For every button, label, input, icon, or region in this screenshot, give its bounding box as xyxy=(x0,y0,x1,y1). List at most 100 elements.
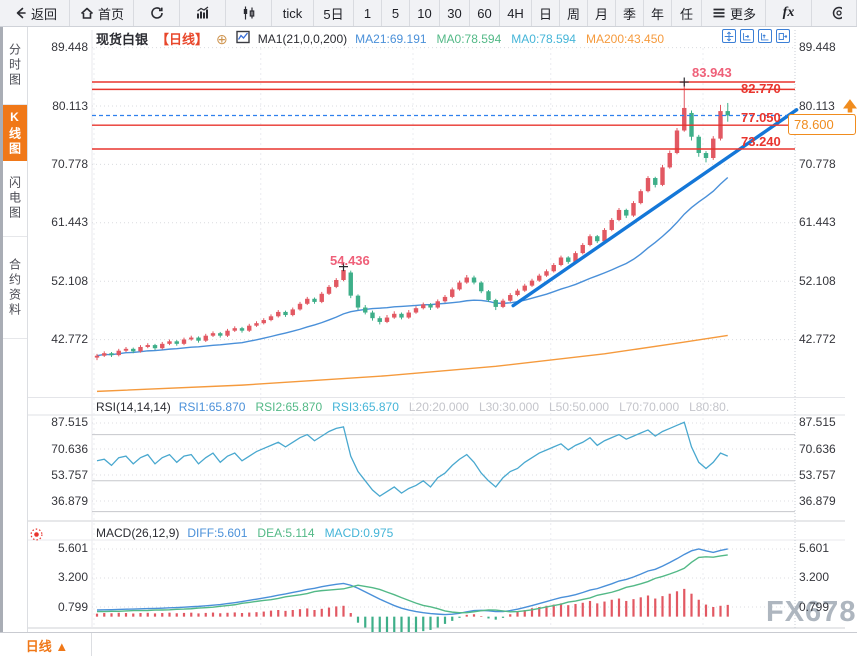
interval-day-button[interactable]: 日 xyxy=(532,0,560,26)
candle-body xyxy=(443,297,447,301)
macd-values: DIFF:5.601DEA:5.114MACD:0.975 xyxy=(187,526,393,540)
candle-body xyxy=(153,345,157,348)
rsi-values: RSI1:65.870RSI2:65.870RSI3:65.870L20:20.… xyxy=(179,400,729,414)
chart-canvas[interactable] xyxy=(0,0,857,656)
candle-body xyxy=(515,291,519,295)
candle-body xyxy=(378,318,382,322)
interval-tick-button[interactable]: tick xyxy=(272,0,314,26)
interval-4h-button[interactable]: 4H xyxy=(500,0,532,26)
interval-custom-button[interactable]: 任 xyxy=(672,0,702,26)
pane-controls xyxy=(722,29,790,43)
candle-body xyxy=(189,338,193,340)
sidebar-item-lightning[interactable]: 闪电图 xyxy=(3,161,27,237)
sidebar-item-timeshare[interactable]: 分时图 xyxy=(3,27,27,105)
candle-body xyxy=(334,280,338,287)
candle-body xyxy=(704,153,708,158)
back-button[interactable]: 返回 xyxy=(0,0,70,26)
candle-body xyxy=(668,153,672,167)
candle-body xyxy=(262,320,266,323)
chart-type-kline-button[interactable] xyxy=(226,0,272,26)
trading-app-window: 返回首页 tick 5日 15 10 3060 4H 日周月季年任 更多 fx 分时图K线图闪电图… xyxy=(0,0,857,656)
candle-body xyxy=(254,323,258,326)
sidebar-item-contract-info[interactable]: 合约资料 xyxy=(3,237,27,339)
interval-1min-button[interactable]: 1 xyxy=(354,0,382,26)
candle-body xyxy=(530,281,534,286)
current-price-value: 78.600 xyxy=(794,117,834,132)
rsi-value: RSI2:65.870 xyxy=(255,400,322,414)
rsi-value: L20:20.000 xyxy=(409,400,469,414)
candle-body xyxy=(523,286,527,291)
candle-body xyxy=(327,287,331,294)
watermark: FX678 xyxy=(766,596,856,629)
interval-quarter-button[interactable]: 季 xyxy=(616,0,644,26)
crosshair-icon[interactable] xyxy=(722,29,736,43)
interval-30min-button[interactable]: 30 xyxy=(440,0,470,26)
candle-body xyxy=(552,265,556,271)
home-button[interactable]: 首页 xyxy=(70,0,134,26)
candle-body xyxy=(385,318,389,322)
interval-10min-button-label: 10 xyxy=(417,6,431,21)
interval-tick-button-label: tick xyxy=(283,6,303,21)
fx-indicator-button[interactable]: fx xyxy=(766,0,812,26)
interval-custom-button-label: 任 xyxy=(680,4,693,23)
candle-body xyxy=(407,313,411,318)
fit-y-axis-icon[interactable] xyxy=(758,29,772,43)
more-button-label: 更多 xyxy=(730,4,756,23)
candle-body xyxy=(726,111,730,115)
interval-year-button[interactable]: 年 xyxy=(644,0,672,26)
interval-week-button[interactable]: 周 xyxy=(560,0,588,26)
candle-body xyxy=(421,304,425,308)
chart-type-area-button[interactable] xyxy=(180,0,226,26)
period-tag: 【日线】 xyxy=(156,29,208,48)
candle-body xyxy=(341,270,345,280)
refresh-button[interactable] xyxy=(134,0,180,26)
chart-type-sidebar: 分时图K线图闪电图合约资料 xyxy=(3,27,28,632)
rsi-legend: RSI(14,14,14) RSI1:65.870RSI2:65.870RSI3… xyxy=(96,400,729,414)
interval-month-button[interactable]: 月 xyxy=(588,0,616,26)
macd-value: DIFF:5.601 xyxy=(187,526,247,540)
candle-body xyxy=(349,273,353,296)
interval-5min-button[interactable]: 5 xyxy=(382,0,410,26)
candle-body xyxy=(109,353,113,355)
interval-year-button-label: 年 xyxy=(651,4,664,23)
expand-pane-icon[interactable] xyxy=(776,29,790,43)
candle-body xyxy=(544,271,548,275)
candle-body xyxy=(631,203,635,216)
add-indicator-icon[interactable]: ⊕ xyxy=(216,32,228,46)
interval-5day-button[interactable]: 5日 xyxy=(314,0,354,26)
area-icon xyxy=(195,5,211,21)
more-button[interactable]: 更多 xyxy=(702,0,766,26)
candle-body xyxy=(465,278,469,283)
candle-body xyxy=(414,308,418,312)
candle-body xyxy=(95,356,99,358)
menu-icon xyxy=(711,5,727,21)
candle-body xyxy=(138,347,142,351)
candle-body xyxy=(211,333,215,336)
interval-day-button-label: 日 xyxy=(539,4,552,23)
ma-values: MA21:69.191MA0:78.594MA0:78.594MA200:43.… xyxy=(355,32,664,46)
candle-body xyxy=(494,300,498,307)
refresh-icon xyxy=(149,5,165,21)
sidebar-item-kline[interactable]: K线图 xyxy=(3,105,27,161)
bottom-bar: 日线 ▲ xyxy=(0,632,857,656)
candle-body xyxy=(486,291,490,300)
interval-60min-button[interactable]: 60 xyxy=(470,0,500,26)
macd-value: MACD:0.975 xyxy=(325,526,394,540)
candle-body xyxy=(240,328,244,331)
candle-body xyxy=(117,351,121,355)
candle-body xyxy=(283,312,287,315)
interval-4h-button-label: 4H xyxy=(507,6,524,21)
candle-body xyxy=(457,283,461,290)
rsi-line xyxy=(97,422,728,496)
candle-body xyxy=(595,236,599,241)
interval-10min-button[interactable]: 10 xyxy=(410,0,440,26)
period-selector[interactable]: 日线 ▲ xyxy=(3,633,92,656)
indicator-settings-icon[interactable] xyxy=(29,527,44,547)
symbol-title: 现货白银 xyxy=(96,29,148,48)
fit-x-axis-icon[interactable] xyxy=(740,29,754,43)
candle-body xyxy=(276,312,280,316)
rsi-value: L50:50.000 xyxy=(549,400,609,414)
interval-1min-button-label: 1 xyxy=(364,6,371,21)
settings-button[interactable] xyxy=(812,0,857,26)
ma-settings-icon[interactable] xyxy=(236,30,250,47)
